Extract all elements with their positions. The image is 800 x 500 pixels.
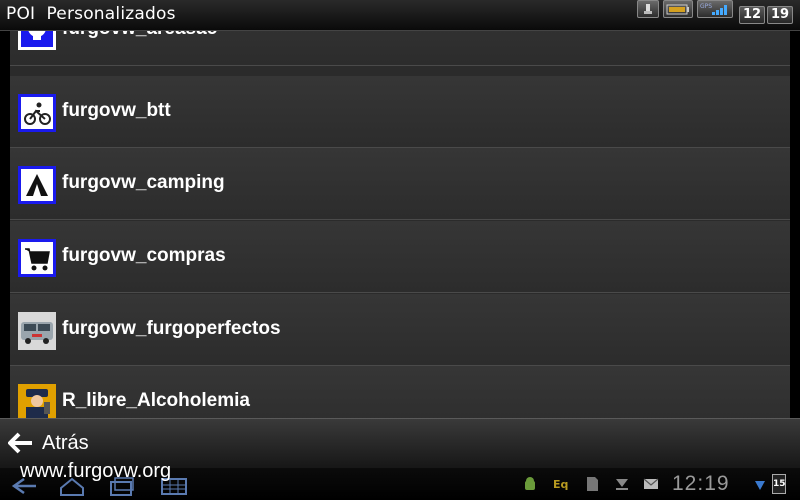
android-robot-icon <box>525 477 535 490</box>
usb-status-icon <box>637 0 659 18</box>
van-photo-icon <box>18 312 56 350</box>
back-arrow-icon[interactable] <box>8 432 34 454</box>
list-item[interactable]: furgovw_areasac <box>10 31 790 66</box>
poi-list[interactable]: furgovw_areasac furgovw_btt furgovw_camp… <box>10 31 790 418</box>
notification-count-badge[interactable]: 15 <box>772 474 786 494</box>
list-item[interactable]: furgovw_furgoperfectos <box>10 294 790 366</box>
mountain-bike-icon <box>18 94 56 132</box>
gps-signal-icon: GPS <box>697 0 733 18</box>
status-clock-hour: 12 <box>739 6 765 24</box>
mail-icon <box>643 478 659 489</box>
shopping-cart-icon <box>18 239 56 277</box>
sd-card-icon <box>587 477 598 491</box>
list-item[interactable]: R_libre_Alcoholemia <box>10 366 790 418</box>
list-item[interactable]: furgovw_compras <box>10 221 790 293</box>
list-item[interactable]: furgovw_camping <box>10 148 790 220</box>
equalizer-icon: Eq <box>553 478 569 491</box>
list-item[interactable]: furgovw_btt <box>10 76 790 148</box>
list-item-label: R_libre_Alcoholemia <box>62 390 250 411</box>
police-officer-icon <box>18 384 56 418</box>
skull-icon <box>18 31 56 50</box>
svg-text:GPS: GPS <box>700 3 712 10</box>
status-clock-minute: 19 <box>767 6 793 24</box>
battery-icon <box>663 0 693 18</box>
watermark: www.furgovw.org <box>20 460 172 482</box>
list-item-label: furgovw_areasac <box>62 31 217 40</box>
list-item-label: furgovw_btt <box>62 100 171 121</box>
list-item-label: furgovw_compras <box>62 245 226 266</box>
app-title: POI Personalizados <box>6 4 176 24</box>
tent-icon <box>18 166 56 204</box>
list-item-label: furgovw_camping <box>62 172 225 193</box>
title-bar: POI Personalizados GPS 12 19 <box>0 0 800 31</box>
download-icon <box>616 479 628 490</box>
back-button[interactable]: Atrás <box>42 432 89 455</box>
list-item-label: furgovw_furgoperfectos <box>62 318 281 339</box>
wifi-icon <box>755 481 765 490</box>
system-clock: 12:19 <box>672 472 730 495</box>
